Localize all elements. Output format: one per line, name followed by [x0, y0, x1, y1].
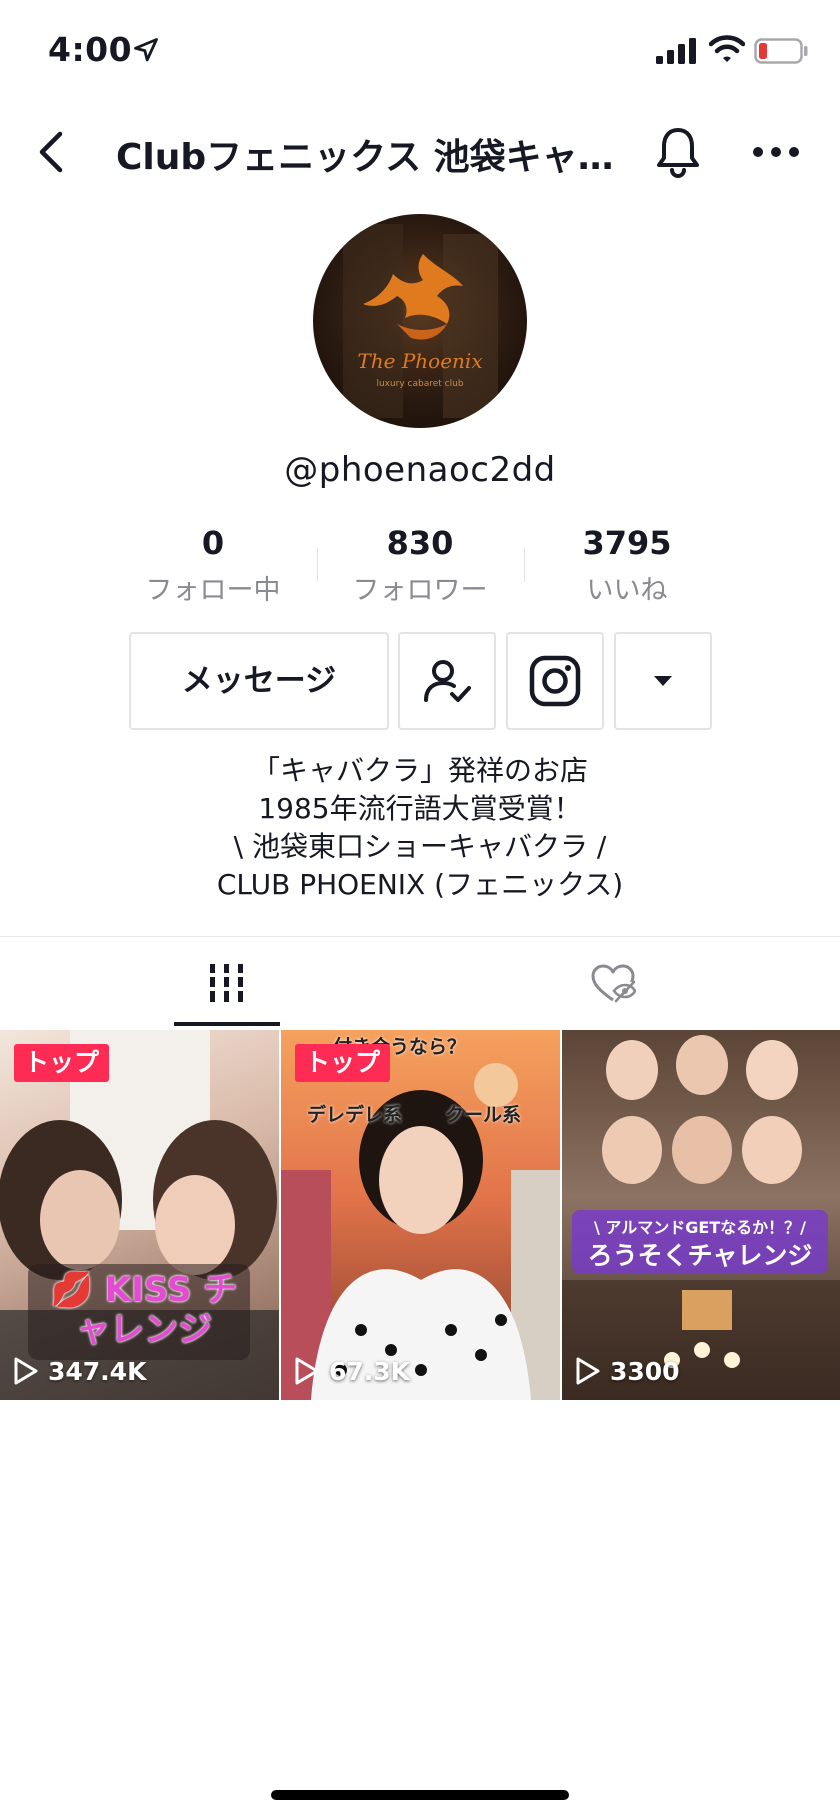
tabs-divider [0, 936, 840, 937]
view-count: 3300 [610, 1356, 680, 1386]
tab-videos[interactable] [174, 942, 280, 1028]
instagram-icon [529, 655, 581, 707]
status-bar: 4:00 [0, 0, 840, 100]
page-title: Clubフェニックス 池袋キャ… [116, 137, 614, 178]
thumbnail-overlay-text: \ アルマンドGETなるか！？/ [593, 1218, 807, 1237]
message-button[interactable]: メッセージ [129, 632, 389, 730]
cellular-signal-icon [656, 38, 696, 64]
bio-line: 「キャバクラ」発祥のお店 [251, 754, 588, 787]
bell-icon[interactable] [654, 124, 702, 178]
instagram-button[interactable] [506, 632, 604, 730]
play-icon [576, 1357, 600, 1385]
thumbnail-overlay-text: ろうそくチャレンジ [587, 1241, 813, 1270]
stat-label: フォロワー [352, 575, 488, 606]
avatar-logo-subtext: luxury cabaret club [376, 379, 463, 389]
grid-bars-icon [208, 964, 246, 1002]
stat-label: フォロー中 [145, 575, 281, 606]
username: @phoenaoc2dd [284, 450, 556, 490]
user-check-icon [424, 660, 471, 702]
phoenix-logo-icon: The Phoenix luxury cabaret club [343, 224, 498, 418]
bio-line: CLUB PHOENIX (フェニックス) [216, 868, 624, 901]
bio-line: \ 池袋東口ショーキャバクラ / [233, 830, 607, 863]
suggested-dropdown-button[interactable] [614, 632, 712, 730]
heart-hidden-icon [591, 964, 636, 1003]
home-indicator[interactable] [271, 1790, 569, 1800]
avatar[interactable]: The Phoenix luxury cabaret club [313, 214, 527, 428]
view-count: 67.3K [329, 1356, 411, 1386]
thumbnail-overlay-text: 💋 KISS チャレンジ [50, 1270, 238, 1350]
video-thumbnail[interactable]: \ アルマンドGETなるか！？/ ろうそくチャレンジ 3300 [562, 1030, 840, 1400]
top-badge: トップ [14, 1044, 110, 1082]
location-arrow-icon [134, 38, 158, 62]
stat-value: 830 [386, 524, 454, 562]
thumbnail-overlay-text: クール系 [445, 1104, 522, 1126]
more-dots-icon[interactable] [752, 140, 800, 164]
play-icon [14, 1357, 38, 1385]
status-time: 4:00 [48, 30, 133, 69]
profile-header: Clubフェニックス 池袋キャ… [0, 110, 840, 190]
profile-actions: メッセージ [0, 632, 840, 732]
tab-liked[interactable] [560, 942, 666, 1028]
back-chevron-icon[interactable] [32, 128, 72, 176]
stat-following[interactable]: 0 フォロー中 [110, 524, 316, 607]
view-count-row: 67.3K [293, 1354, 410, 1388]
thumbnail-image [281, 1063, 560, 1400]
video-thumbnail[interactable]: トップ 💋 KISS チャレンジ 347.4K [0, 1030, 279, 1400]
stat-value: 3795 [582, 524, 672, 562]
stat-followers[interactable]: 830 フォロワー [317, 524, 523, 607]
dropdown-triangle-icon [654, 676, 672, 686]
bio-line: 1985年流行語大賞受賞！ [258, 792, 582, 825]
stat-label: いいね [586, 575, 668, 606]
wifi-icon [709, 35, 745, 62]
following-button[interactable] [398, 632, 496, 730]
video-grid: トップ 💋 KISS チャレンジ 347.4K 付き合うなら？ トップ デレデレ… [0, 1030, 840, 1400]
play-icon [295, 1357, 319, 1385]
profile-stats: 0 フォロー中 830 フォロワー 3795 いいね [110, 524, 730, 607]
tab-active-indicator [174, 1022, 280, 1026]
top-badge: トップ [295, 1044, 391, 1082]
view-count-row: 3300 [574, 1354, 680, 1388]
view-count-row: 347.4K [12, 1354, 146, 1388]
stat-value: 0 [201, 524, 225, 562]
avatar-logo-text: The Phoenix [357, 349, 482, 373]
stat-likes: 3795 いいね [524, 524, 730, 607]
battery-low-icon [754, 38, 808, 64]
view-count: 347.4K [48, 1356, 147, 1386]
video-thumbnail[interactable]: 付き合うなら？ トップ デレデレ系 クール系 67.3K [281, 1030, 560, 1400]
profile-bio: 「キャバクラ」発祥のお店 1985年流行語大賞受賞！ \ 池袋東口ショーキャバク… [0, 752, 840, 904]
thumbnail-overlay-text: デレデレ系 [307, 1104, 403, 1126]
